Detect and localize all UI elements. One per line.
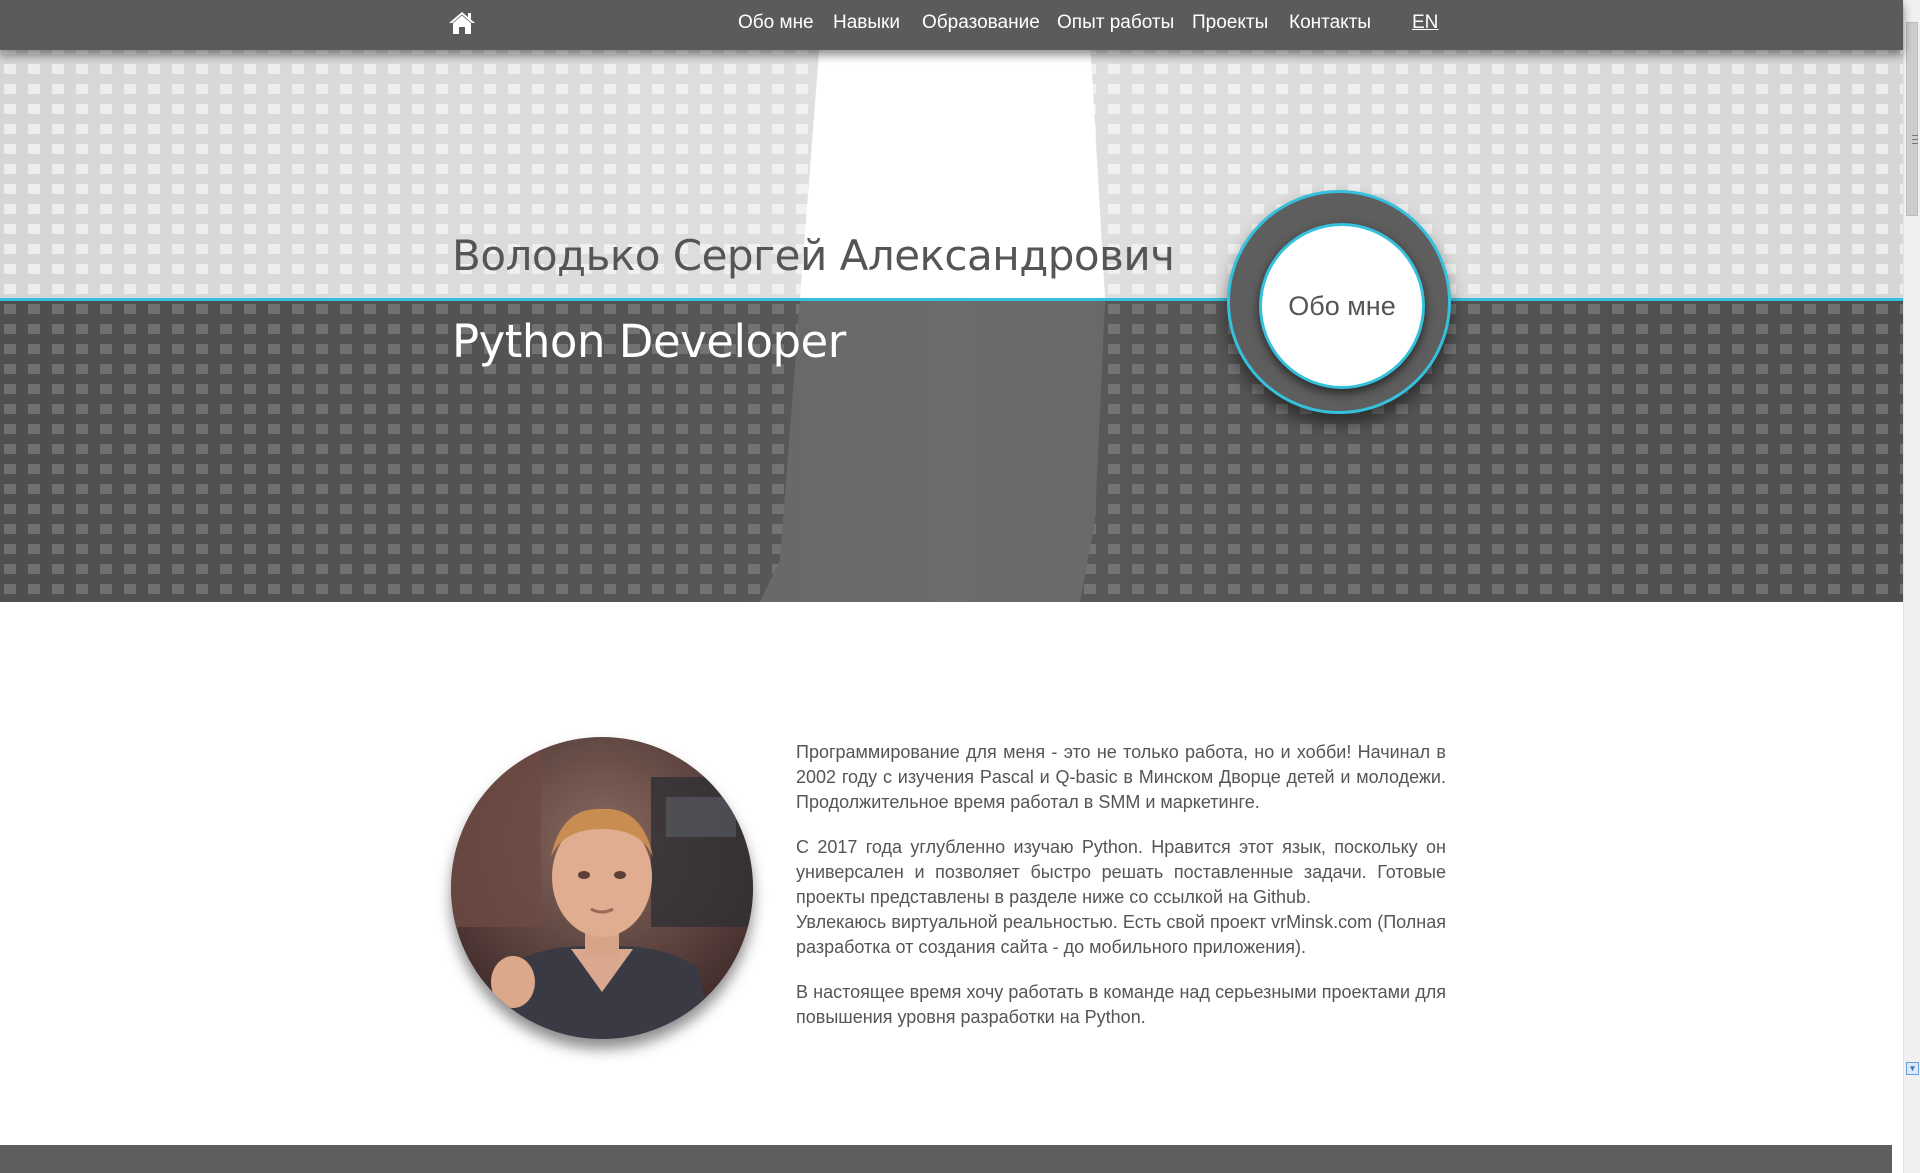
skyscraper-background xyxy=(0,40,1903,602)
nav-item-projects[interactable]: Проекты xyxy=(1192,11,1268,35)
about-paragraph: Увлекаюсь виртуальной реальностью. Есть … xyxy=(796,912,1446,957)
about-text: Программирование для меня - это не тольк… xyxy=(796,740,1446,1050)
about-paragraph: Программирование для меня - это не тольк… xyxy=(796,742,1446,812)
nav-item-experience[interactable]: Опыт работы xyxy=(1057,11,1174,35)
hero-name: Володько Сергей Александрович xyxy=(452,231,1175,280)
vertical-scrollbar[interactable]: ▼ xyxy=(1903,0,1920,1173)
about-paragraph: С 2017 года углубленно изучаю Python. Нр… xyxy=(796,837,1446,907)
next-section-band xyxy=(0,1145,1892,1173)
about-paragraph: В настоящее время хочу работать в команд… xyxy=(796,982,1446,1027)
about-badge-button[interactable]: Обо мне xyxy=(1259,223,1425,389)
hero-section: Володько Сергей Александрович Python Dev… xyxy=(0,0,1903,602)
about-badge-label: Обо мне xyxy=(1288,290,1396,321)
language-switch-link[interactable]: EN xyxy=(1412,11,1438,35)
home-icon[interactable] xyxy=(448,10,476,36)
scrollbar-grip-icon xyxy=(1912,135,1918,144)
nav-item-skills[interactable]: Навыки xyxy=(833,11,900,35)
hero-divider-line xyxy=(0,298,1903,301)
scrollbar-thumb[interactable] xyxy=(1906,22,1918,216)
top-navbar: Обо мне Навыки Образование Опыт работы П… xyxy=(0,0,1903,50)
nav-item-about[interactable]: Обо мне xyxy=(738,11,814,35)
profile-photo xyxy=(451,737,753,1039)
hero-role: Python Developer xyxy=(452,315,846,368)
nav-item-contacts[interactable]: Контакты xyxy=(1289,11,1371,35)
nav-item-education[interactable]: Образование xyxy=(922,11,1040,35)
scroll-down-arrow-icon[interactable]: ▼ xyxy=(1906,1062,1919,1075)
